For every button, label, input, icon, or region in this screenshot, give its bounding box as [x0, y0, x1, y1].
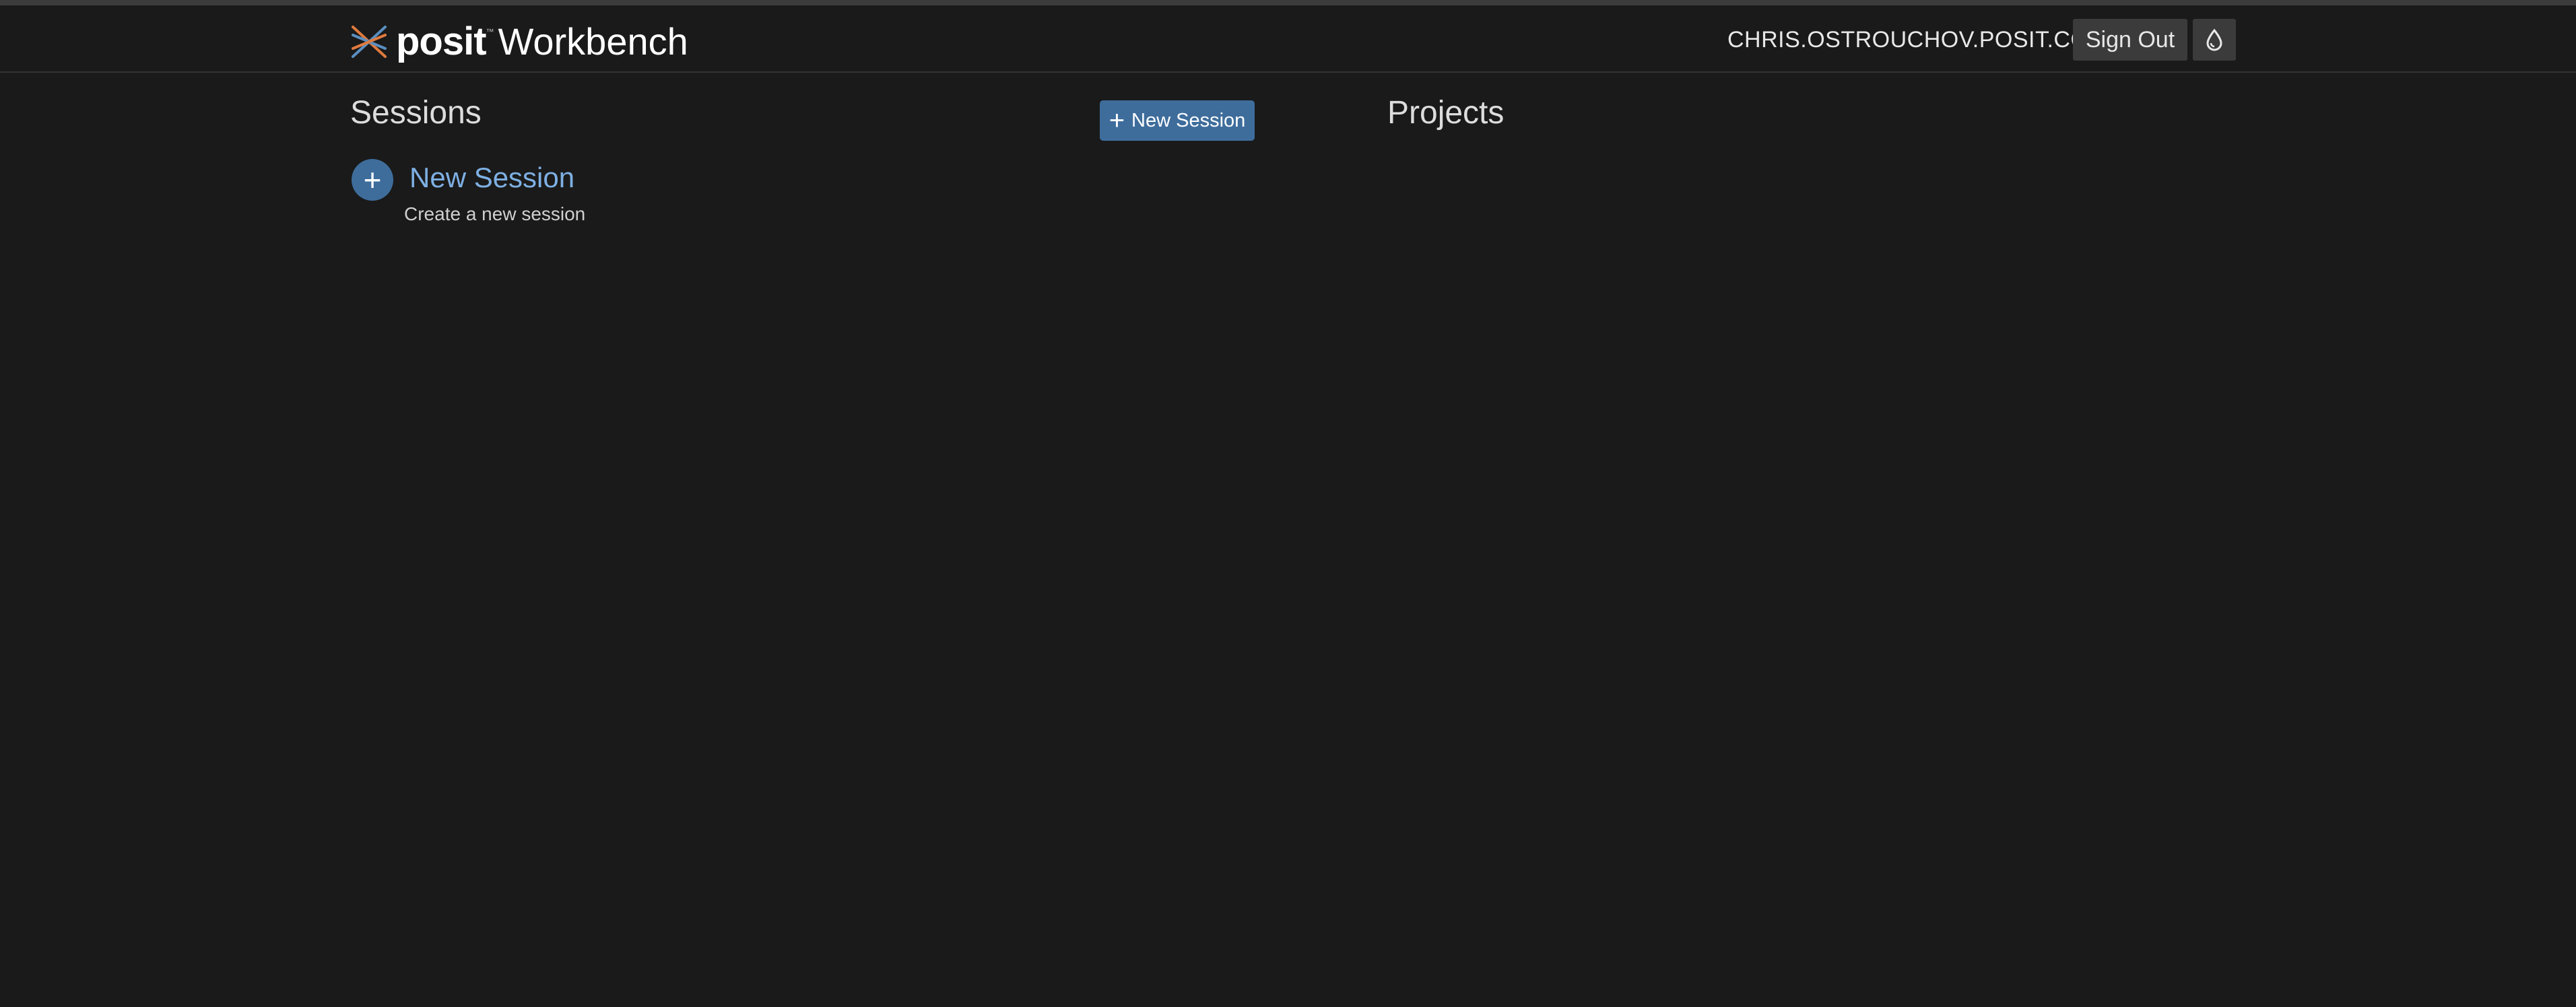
projects-heading: Projects [1387, 95, 1505, 131]
logo-brand-text: posit [396, 20, 487, 63]
top-strip [0, 0, 2576, 5]
user-name: CHRIS.OSTROUCHOV.POSIT.CO [1727, 27, 2089, 53]
new-session-button[interactable]: + New Session [1100, 100, 1255, 141]
new-session-description: Create a new session [404, 203, 586, 224]
theme-toggle-button[interactable] [2193, 19, 2236, 61]
new-session-item[interactable]: + New Session Create a new session [352, 159, 756, 233]
posit-logo-icon [352, 26, 387, 58]
new-session-link[interactable]: New Session [409, 162, 574, 194]
logo-product-text: Workbench [498, 20, 688, 63]
new-session-button-label: New Session [1131, 109, 1246, 131]
sign-out-button[interactable]: Sign Out [2073, 19, 2187, 61]
plus-icon: + [1109, 106, 1125, 135]
app-header: posit ™ Workbench CHRIS.OSTROUCHOV.POSIT… [0, 5, 2576, 73]
drop-icon [2206, 28, 2222, 51]
posit-workbench-logo: posit ™ Workbench [350, 20, 688, 63]
plus-circle-icon[interactable]: + [352, 159, 393, 201]
sessions-heading: Sessions [350, 95, 482, 131]
logo-trademark: ™ [486, 27, 494, 36]
